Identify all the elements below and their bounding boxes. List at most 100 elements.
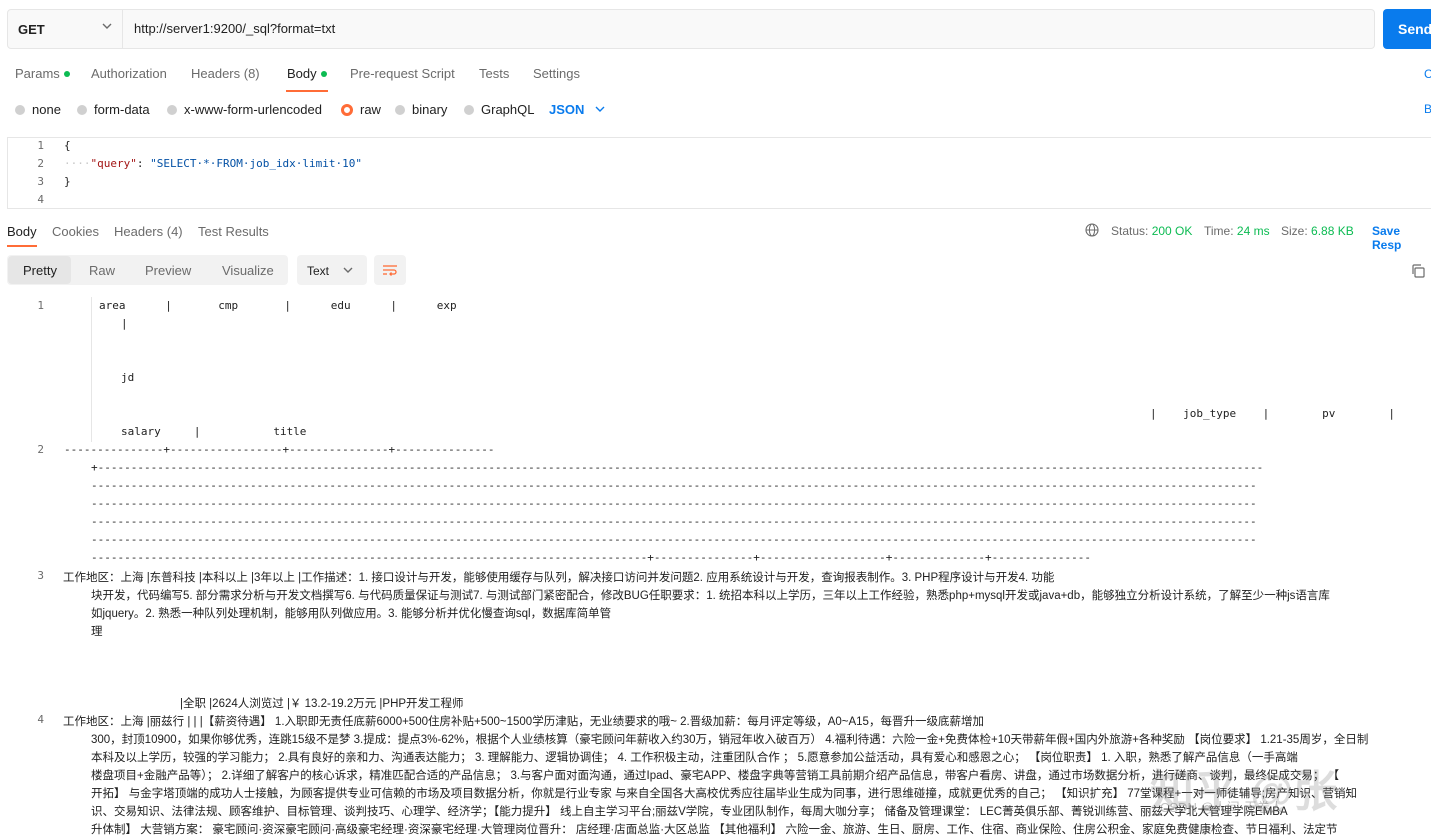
- wrap-lines-icon: [383, 265, 397, 276]
- response-right-columns: | job_type | pv |: [1150, 407, 1396, 420]
- radio-urlencoded-circle: [167, 104, 177, 115]
- tab-body-label: Body: [287, 66, 317, 81]
- method-label: GET: [18, 22, 45, 37]
- response-row-4-cont: 升体制】 大营销方案： 豪宅顾问·资深豪宅顾问·高级豪宅经理·资深豪宅经理·大管…: [91, 824, 1338, 836]
- editor-indent: ····: [64, 157, 91, 170]
- view-raw-button[interactable]: Raw: [89, 263, 115, 278]
- tab-settings[interactable]: Settings: [533, 66, 580, 81]
- json-value: "SELECT·*·FROM·job_idx·limit·10": [150, 157, 363, 170]
- view-pretty-button[interactable]: Pretty: [23, 263, 57, 278]
- size-value: 6.88 KB: [1311, 224, 1354, 238]
- response-line-number: 1: [37, 299, 44, 312]
- response-row-3: 工作地区：上海 |东普科技 |本科以上 |3年以上 |工作描述：1. 接口设计与…: [63, 572, 1055, 584]
- tab-body[interactable]: Body: [287, 66, 327, 81]
- radio-urlencoded-label: x-www-form-urlencoded: [184, 102, 322, 117]
- copy-icon[interactable]: [1410, 263, 1426, 279]
- response-row-4: 工作地区：上海 |丽兹行 | | |【薪资待遇】 1.入职即无责任底薪6000+…: [63, 716, 984, 728]
- active-tab-indicator: [286, 90, 328, 92]
- save-response-button[interactable]: Save Resp: [1372, 224, 1431, 252]
- send-button[interactable]: Send: [1383, 9, 1431, 49]
- beautify-link-edge[interactable]: B: [1424, 102, 1431, 116]
- radio-raw[interactable]: raw: [341, 102, 381, 117]
- editor-line-3: }: [64, 175, 71, 188]
- radio-binary-label: binary: [412, 102, 448, 117]
- response-status: Status: 200 OK: [1111, 224, 1192, 238]
- globe-icon[interactable]: [1085, 223, 1099, 237]
- radio-form-data-label: form-data: [94, 102, 150, 117]
- body-format-select[interactable]: JSON: [549, 102, 584, 117]
- body-format-label: JSON: [549, 102, 585, 117]
- cookies-link-edge[interactable]: C: [1424, 67, 1431, 81]
- status-value: 200 OK: [1151, 224, 1193, 238]
- request-body-editor[interactable]: [7, 137, 1431, 209]
- response-row-4-cont: 300，封顶10900，如果你够优秀，连跳15级不是梦 3.提成：提点3%-62…: [91, 734, 1369, 746]
- radio-urlencoded[interactable]: x-www-form-urlencoded: [167, 102, 322, 117]
- response-jd-column: jd: [121, 371, 135, 384]
- response-separator: ----------------------------------------…: [91, 497, 1257, 510]
- response-row-3-cont: 理: [91, 626, 103, 638]
- editor-line-1: {: [64, 139, 71, 152]
- editor-line-number: 2: [37, 157, 44, 170]
- size-label: Size:: [1281, 224, 1308, 238]
- response-row-3-cont: 块开发，代码编写5. 部分需求分析与开发文档撰写6. 与代码质量保证与测试7. …: [91, 590, 1330, 602]
- response-tab-headers[interactable]: Headers (4): [114, 224, 183, 239]
- editor-line-number: 1: [37, 139, 44, 152]
- radio-graphql-circle: [464, 104, 474, 115]
- view-visualize-button[interactable]: Visualize: [222, 263, 274, 278]
- time-value: 24 ms: [1236, 224, 1270, 238]
- radio-graphql-label: GraphQL: [481, 102, 535, 117]
- tab-prerequest-script[interactable]: Pre-request Script: [350, 66, 455, 81]
- response-row-3-cont: 如jquery。2. 熟悉一种队列处理机制，能够用队列做应用。3. 能够分析并优…: [91, 608, 612, 620]
- radio-raw-circle: [341, 103, 353, 116]
- status-label: Status:: [1111, 224, 1149, 238]
- response-tab-cookies[interactable]: Cookies: [52, 224, 99, 239]
- radio-none-circle: [15, 104, 25, 115]
- chevron-down-icon: [102, 23, 112, 29]
- radio-binary-circle: [395, 104, 405, 115]
- tab-params[interactable]: Params: [15, 66, 70, 81]
- response-tab-test-results[interactable]: Test Results: [198, 224, 269, 239]
- response-line-number: 4: [37, 713, 44, 726]
- radio-none-label: none: [32, 102, 61, 117]
- tab-params-label: Params: [15, 66, 60, 81]
- response-size: Size: 6.88 KB: [1281, 224, 1354, 238]
- response-separator: ----------------------------------------…: [91, 479, 1257, 492]
- view-preview-button[interactable]: Preview: [145, 263, 191, 278]
- response-separator: ----------------------------------------…: [91, 533, 1257, 546]
- response-tab-body[interactable]: Body: [7, 224, 37, 239]
- url-input[interactable]: http://server1:9200/_sql?format=txt: [134, 21, 335, 36]
- chevron-down-icon: [595, 106, 605, 112]
- body-indicator-dot: [320, 70, 327, 77]
- json-key: "query": [90, 157, 137, 170]
- radio-binary[interactable]: binary: [395, 102, 447, 117]
- radio-none[interactable]: none: [15, 102, 61, 117]
- radio-form-data-circle: [77, 104, 87, 115]
- time-label: Time:: [1204, 224, 1234, 238]
- editor-line-2: ····"query": "SELECT·*·FROM·job_idx·limi…: [64, 157, 362, 170]
- tab-authorization[interactable]: Authorization: [91, 66, 167, 81]
- response-separator: +---------------------------------------…: [91, 461, 1264, 474]
- response-separator: ---------------+-----------------+------…: [64, 443, 495, 456]
- response-salary-title: salary | title: [121, 425, 307, 438]
- response-time: Time: 24 ms: [1204, 224, 1270, 238]
- response-header-row: area | cmp | edu | exp: [99, 299, 457, 312]
- editor-line-number: 3: [37, 175, 44, 188]
- chevron-down-icon: [343, 267, 353, 273]
- response-active-tab-indicator: [7, 245, 37, 247]
- response-line-number: 2: [37, 443, 44, 456]
- json-colon: :: [136, 157, 151, 170]
- response-pipe: |: [121, 317, 128, 330]
- response-line-number: 3: [37, 569, 44, 582]
- radio-raw-label: raw: [360, 102, 381, 117]
- editor-line-number: 4: [37, 193, 44, 206]
- tab-headers[interactable]: Headers (8): [191, 66, 260, 81]
- response-row-3-tail: |全职 |2624人浏览过 |￥ 13.2-19.2万元 |PHP开发工程师: [180, 698, 464, 710]
- params-indicator-dot: [63, 70, 70, 77]
- radio-form-data[interactable]: form-data: [77, 102, 150, 117]
- text-format-label: Text: [307, 264, 330, 278]
- tab-tests[interactable]: Tests: [479, 66, 509, 81]
- response-separator: ----------------------------------------…: [91, 551, 1092, 564]
- radio-graphql[interactable]: GraphQL: [464, 102, 534, 117]
- indent-guide: [91, 297, 92, 442]
- response-separator: ----------------------------------------…: [91, 515, 1257, 528]
